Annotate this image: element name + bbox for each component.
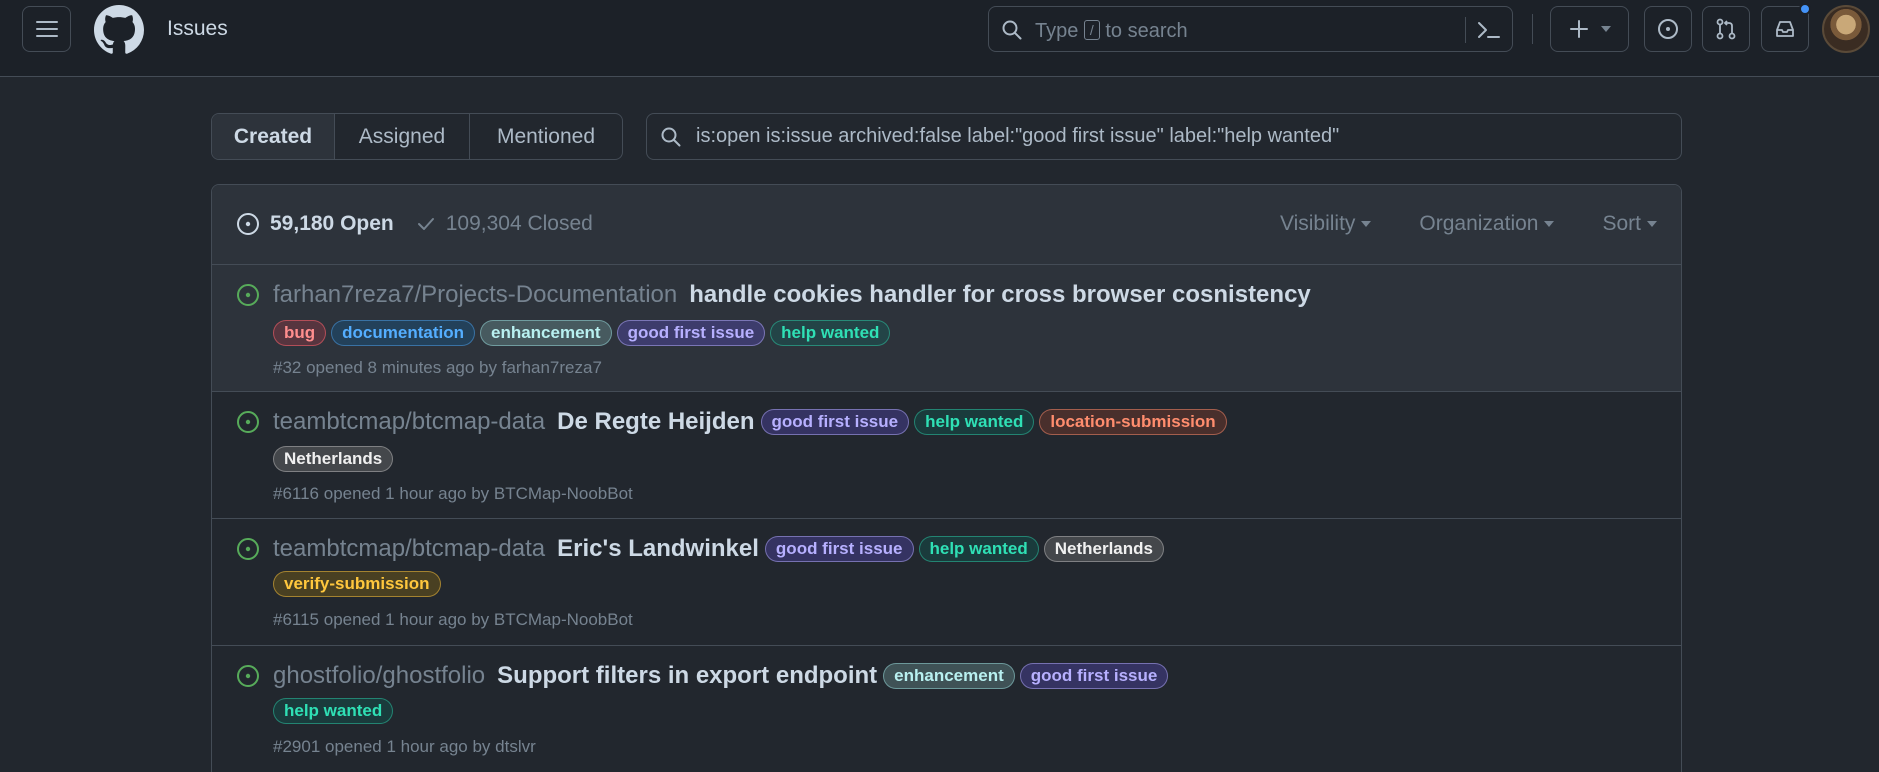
issue-repo-link[interactable]: farhan7reza7/Projects-Documentation (273, 281, 677, 309)
chevron-down-icon (1361, 221, 1372, 227)
notification-dot (1799, 3, 1811, 15)
issue-opened-icon (1658, 19, 1678, 39)
issues-list-header: 59,180 Open 109,304 Closed Visibility Or… (212, 185, 1681, 265)
issue-title-link[interactable]: Support filters in export endpoint (497, 662, 877, 690)
issue-meta: #6115 opened 1 hour ago by BTCMap-NoobBo… (273, 610, 633, 629)
issue-repo-link[interactable]: teambtcmap/btcmap-data (273, 535, 545, 563)
issue-meta: #6116 opened 1 hour ago by BTCMap-NoobBo… (273, 484, 633, 503)
label-help-wanted[interactable]: help wanted (918, 536, 1039, 562)
label-good-first-issue[interactable]: good first issue (616, 320, 766, 346)
issue-repo-link[interactable]: ghostfolio/ghostfolio (273, 662, 485, 690)
label-help-wanted[interactable]: help wanted (914, 409, 1035, 435)
issue-meta: #32 opened 8 minutes ago by farhan7reza7 (273, 358, 602, 377)
list-item[interactable]: farhan7reza7/Projects-Documentation hand… (212, 265, 1681, 392)
inbox-icon (1776, 21, 1794, 37)
tab-assigned[interactable]: Assigned (335, 114, 470, 159)
label-documentation[interactable]: documentation (331, 320, 475, 346)
issues-button[interactable] (1644, 6, 1692, 52)
issue-opened-icon (237, 538, 259, 560)
chevron-down-icon (1544, 221, 1555, 227)
list-item[interactable]: teambtcmap/btcmap-data Eric's Landwinkel… (212, 519, 1681, 646)
issue-filter-tabs: Created Assigned Mentioned (211, 113, 623, 160)
open-count: 59,180 Open (270, 212, 394, 235)
hamburger-icon (35, 21, 58, 37)
issue-opened-icon (237, 213, 259, 235)
issue-opened-icon (237, 284, 259, 306)
issue-search-input[interactable] (696, 114, 1666, 159)
page-title[interactable]: Issues (167, 17, 228, 41)
chevron-down-icon (1600, 26, 1611, 32)
search-placeholder: Type / to search (1035, 20, 1188, 42)
create-new-button[interactable] (1550, 6, 1629, 52)
label-good-first-issue[interactable]: good first issue (1019, 663, 1169, 689)
header-divider (1532, 14, 1533, 44)
user-avatar[interactable] (1822, 5, 1870, 53)
label-enhancement[interactable]: enhancement (883, 663, 1015, 689)
chevron-down-icon (1647, 221, 1657, 227)
issue-repo-link[interactable]: teambtcmap/btcmap-data (273, 408, 545, 436)
issue-opened-icon (237, 665, 259, 687)
label-good-first-issue[interactable]: good first issue (764, 536, 914, 562)
organization-dropdown[interactable]: Organization (1419, 212, 1555, 236)
label-verify-submission[interactable]: verify-submission (273, 571, 441, 597)
tab-created[interactable]: Created (212, 114, 335, 159)
check-icon (417, 218, 434, 230)
issue-search-field[interactable] (646, 113, 1682, 160)
slash-key-hint: / (1083, 20, 1100, 40)
plus-icon (1569, 20, 1588, 38)
issue-opened-icon (237, 411, 259, 433)
global-search-input[interactable]: Type / to search (988, 6, 1513, 52)
closed-count: 109,304 Closed (445, 212, 593, 235)
label-netherlands[interactable]: Netherlands (1043, 536, 1164, 562)
search-icon (661, 127, 681, 147)
closed-issues-filter[interactable]: 109,304 Closed (416, 212, 593, 236)
label-help-wanted[interactable]: help wanted (273, 698, 394, 724)
label-enhancement[interactable]: enhancement (480, 320, 612, 346)
list-item[interactable]: ghostfolio/ghostfolio Support filters in… (212, 646, 1681, 772)
issue-title-link[interactable]: De Regte Heijden (557, 408, 754, 436)
github-logo-icon[interactable] (94, 5, 144, 55)
label-location-submission[interactable]: location-submission (1039, 409, 1227, 435)
search-icon (1002, 20, 1022, 40)
visibility-dropdown[interactable]: Visibility (1280, 212, 1372, 236)
tab-mentioned[interactable]: Mentioned (470, 114, 622, 159)
label-help-wanted[interactable]: help wanted (770, 320, 891, 346)
command-palette-icon[interactable] (1476, 18, 1502, 42)
label-bug[interactable]: bug (273, 320, 327, 346)
sort-dropdown[interactable]: Sort (1602, 212, 1657, 236)
open-issues-filter[interactable]: 59,180 Open (236, 212, 394, 236)
menu-button[interactable] (22, 6, 71, 52)
list-item[interactable]: teambtcmap/btcmap-data De Regte Heijden … (212, 392, 1681, 519)
issue-title-link[interactable]: handle cookies handler for cross browser… (689, 281, 1311, 309)
issue-meta: #2901 opened 1 hour ago by dtslvr (273, 737, 536, 756)
pull-requests-button[interactable] (1702, 6, 1750, 52)
global-header: Issues Type / to search (0, 0, 1879, 77)
label-good-first-issue[interactable]: good first issue (760, 409, 910, 435)
issue-title-link[interactable]: Eric's Landwinkel (557, 535, 759, 563)
search-divider (1465, 17, 1466, 43)
pull-request-icon (1716, 18, 1736, 40)
issues-list: 59,180 Open 109,304 Closed Visibility Or… (211, 184, 1682, 772)
label-netherlands[interactable]: Netherlands (273, 446, 394, 472)
